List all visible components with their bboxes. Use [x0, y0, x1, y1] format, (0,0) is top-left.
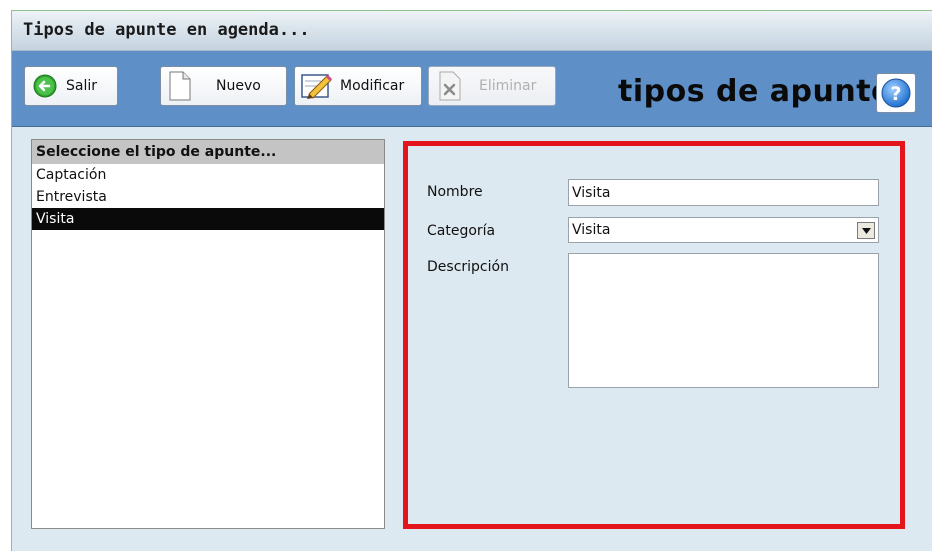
chevron-down-icon[interactable]	[857, 222, 875, 239]
category-value: Visita	[572, 222, 611, 238]
list-header: Seleccione el tipo de apunte...	[32, 140, 384, 164]
new-label: Nuevo	[216, 78, 261, 94]
description-field[interactable]	[568, 253, 879, 388]
modify-button[interactable]: Modificar	[294, 66, 422, 106]
new-button[interactable]: Nuevo	[160, 66, 287, 106]
title-bar: Tipos de apunte en agenda...	[12, 11, 932, 51]
list-item-selected[interactable]: Visita	[32, 208, 384, 230]
list-item[interactable]: Captación	[32, 164, 384, 186]
exit-arrow-icon	[33, 74, 57, 98]
list-item[interactable]: Entrevista	[32, 186, 384, 208]
window-title: Tipos de apunte en agenda...	[23, 20, 310, 40]
toolbar: Salir Nuevo Modificar Eliminar tipos de …	[12, 51, 932, 127]
category-select[interactable]: Visita	[568, 217, 879, 243]
new-document-icon	[169, 71, 191, 101]
window: Tipos de apunte en agenda... Salir Nuevo…	[11, 10, 932, 551]
name-value: Visita	[572, 184, 611, 201]
delete-document-icon	[439, 71, 461, 101]
exit-button[interactable]: Salir	[24, 66, 118, 106]
category-label: Categoría	[427, 223, 496, 239]
delete-button[interactable]: Eliminar	[428, 66, 556, 106]
name-label: Nombre	[427, 184, 483, 200]
edit-pencil-icon	[301, 72, 333, 100]
exit-label: Salir	[66, 78, 98, 94]
description-label: Descripción	[427, 259, 509, 275]
appointment-type-list[interactable]: Seleccione el tipo de apunte... Captació…	[31, 139, 385, 529]
modify-label: Modificar	[340, 78, 405, 94]
help-icon: ?	[881, 78, 911, 108]
section-heading: tipos de apunte	[618, 74, 892, 109]
help-button[interactable]: ?	[876, 73, 916, 113]
svg-text:?: ?	[890, 83, 901, 105]
name-field[interactable]: Visita	[568, 179, 879, 206]
delete-label: Eliminar	[479, 78, 537, 94]
details-panel: Nombre Visita Categoría Visita Descripci…	[403, 141, 905, 529]
